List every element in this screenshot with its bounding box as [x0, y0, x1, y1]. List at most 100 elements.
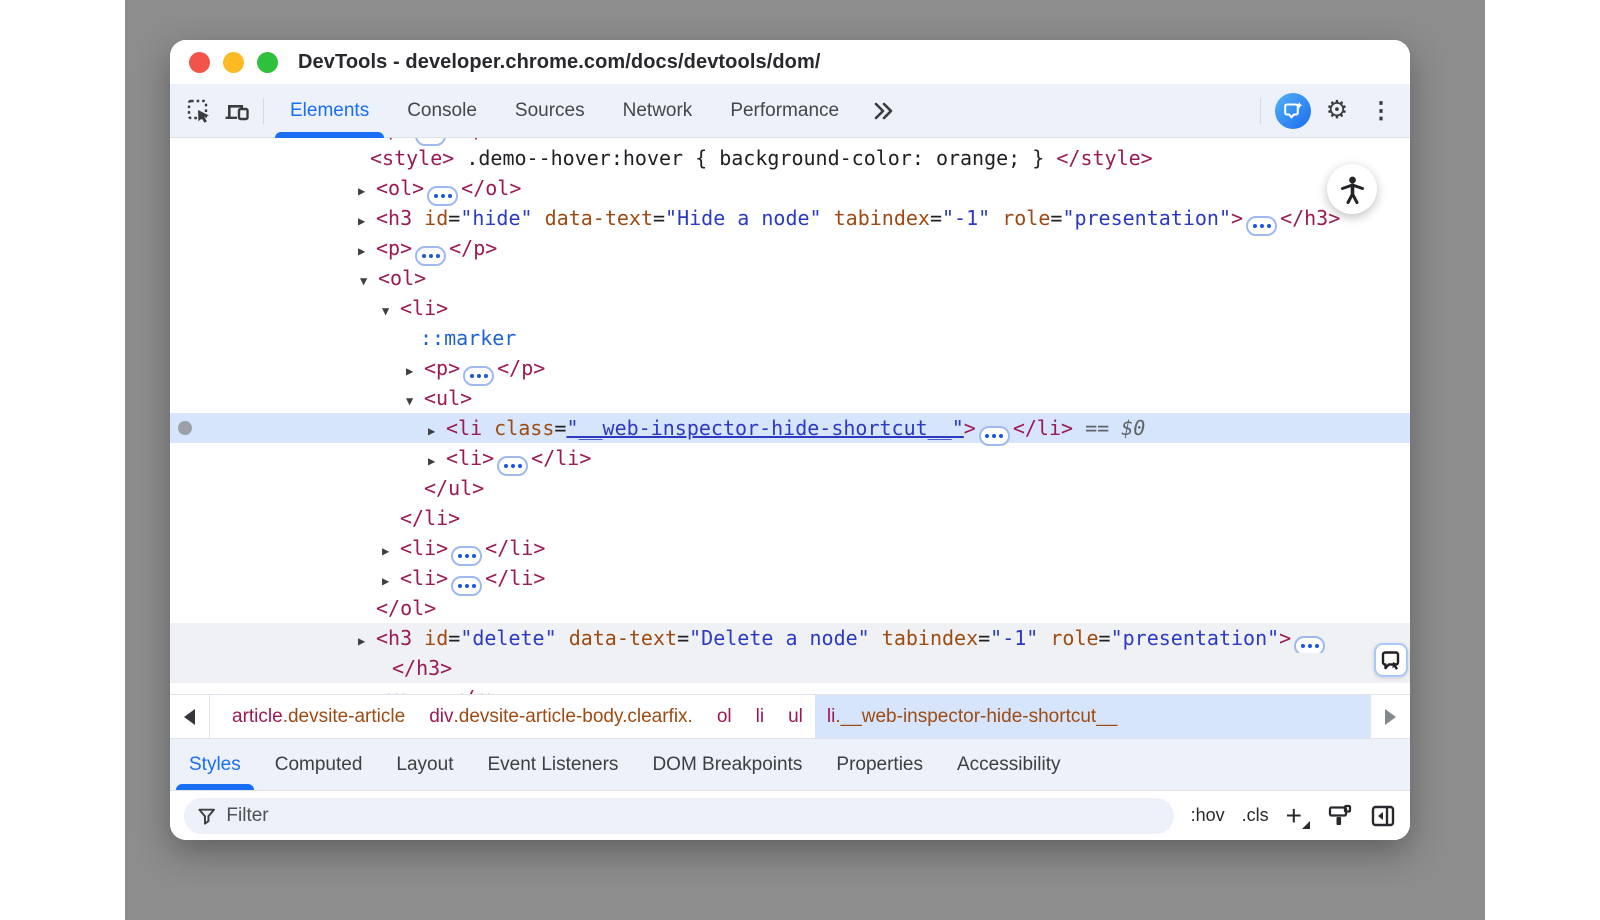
styles-filter-input[interactable] — [226, 805, 1160, 827]
disclosure-arrow-icon[interactable]: ▶ — [358, 626, 376, 656]
tab-performance[interactable]: Performance — [711, 84, 858, 138]
dom-tree-row[interactable]: ▶<p></p> — [170, 233, 1410, 263]
tag-token: <p> — [378, 686, 414, 694]
tab-accessibility[interactable]: Accessibility — [940, 739, 1077, 790]
dom-tree-row[interactable]: <style> .demo--hover:hover { background-… — [170, 143, 1410, 173]
element-classes-button[interactable]: .cls — [1242, 805, 1269, 826]
text-token — [557, 626, 569, 650]
dom-tree-row[interactable]: ▶<li></li> — [170, 533, 1410, 563]
text-token: = — [1099, 626, 1111, 650]
dom-tree-row[interactable]: ▼<li> — [170, 293, 1410, 323]
disclosure-arrow-icon[interactable]: ▼ — [406, 386, 424, 416]
dom-tree-row[interactable]: ▶<h3 id="hide" data-text="Hide a node" t… — [170, 203, 1410, 233]
text-token — [412, 626, 424, 650]
text-token: = — [554, 416, 566, 440]
tag-token: </li> — [531, 446, 591, 470]
paint-roller-icon[interactable] — [1327, 803, 1353, 829]
attribute-value-token: "presentation" — [1111, 626, 1280, 650]
breadcrumb-item[interactable]: li — [744, 695, 776, 738]
minimize-window-button[interactable] — [223, 52, 244, 73]
dom-tree-row[interactable]: ▶<p></p> — [170, 353, 1410, 383]
toggle-element-state-button[interactable]: :hov — [1191, 805, 1225, 826]
tag-token: </p> — [497, 356, 545, 380]
toolbar-divider — [263, 98, 264, 124]
attribute-value-token: "Delete a node" — [689, 626, 870, 650]
attribute-name-token: role — [1002, 206, 1050, 230]
accessibility-person-icon[interactable] — [1327, 164, 1377, 214]
breadcrumb-item[interactable]: li.__web-inspector-hide-shortcut__ — [815, 695, 1370, 738]
tab-styles[interactable]: Styles — [172, 739, 258, 790]
disclosure-arrow-icon[interactable]: ▶ — [360, 686, 378, 694]
maximize-window-button[interactable] — [257, 52, 278, 73]
dom-tree-row[interactable]: ▼<ol> — [170, 263, 1410, 293]
disclosure-arrow-icon[interactable]: ▼ — [382, 296, 400, 326]
styles-filter-field[interactable] — [184, 798, 1174, 834]
three-dot-menu-icon[interactable]: ⋮ — [1362, 92, 1400, 130]
tab-layout[interactable]: Layout — [379, 739, 470, 790]
tag-token: <li — [446, 416, 482, 440]
breadcrumb-item[interactable]: article.devsite-article — [220, 695, 417, 738]
dom-tree-row[interactable]: ▶<li class="__web-inspector-hide-shortcu… — [170, 413, 1410, 443]
dom-tree-row[interactable]: ▶<p></p> — [170, 683, 1410, 694]
dom-tree-row[interactable]: ▶<ol></ol> — [170, 173, 1410, 203]
breadcrumb-scroll-left-button[interactable] — [170, 695, 210, 738]
dom-tree-row[interactable]: ▶<h3 id="delete" data-text="Delete a nod… — [170, 623, 1410, 653]
ai-pin-icon[interactable] — [1374, 643, 1408, 677]
close-window-button[interactable] — [189, 52, 210, 73]
text-token — [482, 416, 494, 440]
tab-dom-breakpoints[interactable]: DOM Breakpoints — [635, 739, 819, 790]
text-token: .demo--hover:hover { background-color: o… — [454, 146, 1056, 170]
disclosure-arrow-icon[interactable]: ▶ — [428, 446, 446, 476]
disclosure-arrow-icon[interactable]: ▶ — [382, 536, 400, 566]
crumb-classes: .__web-inspector-hide-shortcut__ — [835, 706, 1117, 728]
dom-tree-row[interactable]: </h3> — [170, 653, 1410, 683]
breadcrumb-item[interactable]: ol — [705, 695, 744, 738]
tab-properties[interactable]: Properties — [819, 739, 940, 790]
dom-tree-row[interactable]: ::marker — [170, 323, 1410, 353]
breadcrumb-item[interactable]: ul — [776, 695, 815, 738]
tab-sources[interactable]: Sources — [496, 84, 604, 138]
attribute-name-token: role — [1050, 626, 1098, 650]
disclosure-arrow-icon[interactable]: ▶ — [428, 416, 446, 446]
attribute-value-token: "__web-inspector-hide-shortcut__" — [566, 416, 963, 440]
dom-tree-row[interactable]: ▼<ul> — [170, 383, 1410, 413]
dom-tree-row[interactable]: ▶<li></li> — [170, 563, 1410, 593]
dom-tree-row[interactable]: ▶<li></li> — [170, 443, 1410, 473]
tab-elements[interactable]: Elements — [271, 84, 388, 138]
disclosure-arrow-icon[interactable]: ▶ — [382, 566, 400, 596]
toggle-sidebar-icon[interactable] — [1370, 803, 1396, 829]
device-toolbar-icon[interactable] — [218, 92, 256, 130]
tag-token: </li> — [400, 506, 460, 530]
inspect-element-icon[interactable] — [180, 92, 218, 130]
more-tabs-button[interactable] — [858, 100, 908, 122]
tab-network[interactable]: Network — [604, 84, 712, 138]
crumb-classes: .devsite-article-body.clearfix. — [453, 706, 692, 728]
tab-computed[interactable]: Computed — [258, 739, 380, 790]
tag-token: <ol> — [376, 176, 424, 200]
dom-tree-row[interactable]: </ol> — [170, 593, 1410, 623]
window-title: DevTools - developer.chrome.com/docs/dev… — [298, 51, 821, 74]
tab-console[interactable]: Console — [388, 84, 496, 138]
crumb-tag: ul — [788, 706, 803, 728]
dom-tree-view[interactable]: ▶<p></p><style> .demo--hover:hover { bac… — [170, 138, 1410, 694]
text-token: = — [448, 206, 460, 230]
disclosure-arrow-icon[interactable]: ▶ — [406, 356, 424, 386]
disclosure-arrow-icon[interactable]: ▶ — [358, 236, 376, 266]
breadcrumb-item[interactable]: div.devsite-article-body.clearfix. — [417, 695, 705, 738]
ai-assistance-icon[interactable] — [1274, 92, 1312, 130]
styles-filter-bar: :hov .cls + — [170, 790, 1410, 840]
text-token — [870, 626, 882, 650]
new-style-rule-button[interactable]: + — [1286, 802, 1310, 830]
filter-funnel-icon — [197, 806, 216, 826]
text-token: = — [978, 626, 990, 650]
gear-icon[interactable]: ⚙ — [1318, 92, 1356, 130]
traffic-lights — [189, 52, 278, 73]
breadcrumb-scroll-right-button[interactable] — [1370, 695, 1410, 738]
disclosure-arrow-icon[interactable]: ▼ — [360, 266, 378, 296]
tab-event-listeners[interactable]: Event Listeners — [470, 739, 635, 790]
dom-tree-row[interactable]: </ul> — [170, 473, 1410, 503]
disclosure-arrow-icon[interactable]: ▶ — [358, 176, 376, 206]
dom-tree-row[interactable]: </li> — [170, 503, 1410, 533]
disclosure-arrow-icon[interactable]: ▶ — [358, 206, 376, 236]
crumb-tag: ol — [717, 706, 732, 728]
